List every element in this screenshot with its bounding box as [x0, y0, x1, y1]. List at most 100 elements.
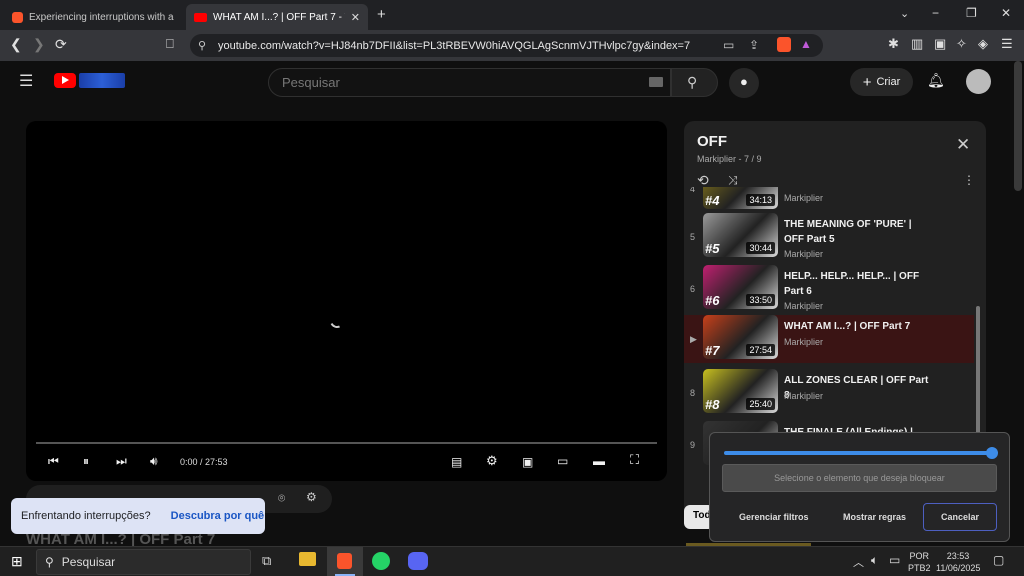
volume-icon[interactable]: 🔊︎	[150, 454, 158, 469]
playlist-item[interactable]: ▶ #7 27:54 WHAT AM I...? | OFF Part 7 Markip…	[684, 315, 974, 363]
leo-ai-icon[interactable]: ✧	[956, 36, 967, 52]
windows-start-icon[interactable]: ⊞	[11, 553, 23, 570]
more-options-icon[interactable]: ⋮	[963, 173, 975, 187]
theater-mode-icon[interactable]: ▭	[557, 454, 568, 468]
whatsapp-icon[interactable]	[372, 552, 390, 570]
settings-gear-icon[interactable]: ⚙	[486, 453, 498, 469]
youtube-logo-icon[interactable]	[54, 73, 76, 88]
task-view-icon[interactable]: ⧉	[262, 553, 271, 569]
playlist-item-thumbnail[interactable]: #4 34:13	[703, 187, 778, 209]
playlist-item-thumbnail[interactable]: #5 30:44	[703, 213, 778, 257]
taskbar-search-placeholder: Pesquisar	[61, 555, 116, 569]
keyboard-icon[interactable]	[649, 77, 663, 87]
avatar[interactable]	[966, 69, 991, 94]
playlist-item-channel: Markiplier	[784, 193, 824, 203]
playlist-item-thumbnail[interactable]: #8 25:40	[703, 369, 778, 413]
duration-badge: 34:13	[746, 194, 775, 206]
plus-icon: +	[862, 73, 872, 91]
search-icon: ⚲	[45, 555, 54, 569]
forward-icon[interactable]: ❯	[33, 36, 45, 53]
new-tab-button[interactable]: +	[377, 6, 386, 23]
back-icon[interactable]: ❮	[10, 36, 22, 53]
menu-icon[interactable]: ☰	[1001, 36, 1013, 52]
search-placeholder: Pesquisar	[282, 75, 340, 90]
notification-center-icon[interactable]: ▢	[993, 553, 1004, 567]
page-scrollbar[interactable]	[1014, 61, 1022, 191]
address-bar[interactable]: ⚲ youtube.com/watch?v=HJ84nb7DFII&list=P…	[190, 34, 823, 57]
miniplayer-icon[interactable]: ▣	[522, 455, 533, 469]
brave-taskbar-button[interactable]	[327, 547, 363, 576]
file-explorer-icon[interactable]	[299, 552, 316, 566]
shuffle-icon[interactable]: ⤨	[728, 173, 738, 188]
playlist-scrollbar[interactable]	[976, 306, 980, 436]
cancel-button[interactable]: Cancelar	[923, 503, 997, 531]
language-indicator[interactable]: POR PTB2	[908, 550, 931, 574]
subtitles-icon[interactable]: ▤	[451, 455, 462, 469]
voice-search-button[interactable]: ●	[729, 68, 759, 98]
clock[interactable]: 23:53 11/06/2025	[936, 550, 980, 574]
duration-badge: 33:50	[746, 294, 775, 306]
picker-slider-thumb[interactable]	[986, 447, 998, 459]
playlist-item-channel: Markiplier	[784, 249, 824, 259]
bookmark-icon[interactable]: ⎕	[166, 36, 174, 52]
reload-icon[interactable]: ⟳	[55, 36, 67, 53]
maximize-button[interactable]: ❐	[966, 6, 977, 20]
volume-tray-icon[interactable]: 🔈︎	[871, 553, 878, 568]
sidebar-icon[interactable]: ▥	[911, 36, 923, 52]
close-window-button[interactable]: ✕	[1001, 6, 1011, 20]
playlist-item[interactable]: 8 #8 25:40 ALL ZONES CLEAR | OFF Part 8 Mark…	[684, 369, 974, 421]
network-icon[interactable]: ▭	[889, 553, 900, 567]
hamburger-menu-icon[interactable]: ☰	[19, 71, 33, 91]
site-settings-icon[interactable]: ⚲	[198, 39, 206, 52]
create-button[interactable]: + Criar	[850, 68, 913, 96]
notifications-bell-icon[interactable]: 🔔︎	[927, 72, 945, 89]
duration-badge: 27:54	[746, 344, 775, 356]
playlist-item[interactable]: 5 #5 30:44 THE MEANING OF 'PURE' | OFF Part…	[684, 213, 974, 265]
playlist-subtitle: Markiplier - 7 / 9	[697, 154, 762, 164]
close-playlist-icon[interactable]: ✕	[956, 135, 970, 155]
youtube-favicon-icon	[194, 12, 207, 22]
brave-shields-icon[interactable]	[777, 37, 791, 52]
brave-rewards-icon[interactable]: ▲	[800, 37, 812, 51]
playlist-item[interactable]: 6 #6 33:50 HELP... HELP... HELP... | OFF Pa…	[684, 265, 974, 317]
cinema-icon[interactable]: ▬	[593, 454, 605, 468]
search-button[interactable]: ⚲	[671, 68, 718, 97]
tray-chevron-icon[interactable]: ︿	[853, 554, 864, 570]
picker-slider[interactable]	[724, 451, 995, 455]
taskbar-search-input[interactable]: ⚲ Pesquisar	[36, 549, 251, 575]
cast-icon[interactable]: ▭	[723, 38, 734, 52]
wallet-icon[interactable]: ▣	[934, 36, 946, 52]
doodle-logo[interactable]	[79, 73, 125, 88]
search-input[interactable]: Pesquisar	[268, 68, 671, 97]
playlist-title[interactable]: OFF	[697, 133, 727, 150]
minimize-button[interactable]: −	[932, 6, 939, 20]
show-rules-button[interactable]: Mostrar regras	[843, 512, 906, 522]
camera-icon[interactable]: ⌾	[278, 491, 285, 506]
extensions-icon[interactable]: ✱	[888, 36, 899, 52]
clock-date: 11/06/2025	[936, 563, 981, 573]
tab-ad-block[interactable]: Experiencing interruptions with ad bl	[4, 4, 182, 30]
discord-icon[interactable]	[408, 552, 428, 570]
playlist-item-channel: Markiplier	[784, 301, 824, 311]
thumbnail-part-number: #6	[705, 293, 720, 308]
tab-search-chevron-icon[interactable]: ⌄	[900, 7, 909, 20]
share-icon[interactable]: ⇪	[749, 38, 759, 52]
playlist-item-index: 9	[690, 440, 696, 450]
video-player[interactable]: ⏮ ⏸ ⏭ 🔊︎ 0:00 / 27:53 ▤ ⚙ ▣ ▭ ▬ ⛶	[26, 121, 667, 481]
toast-text: Enfrentando interrupções?	[21, 510, 151, 522]
playlist-item-thumbnail[interactable]: #7 27:54	[703, 315, 778, 359]
playlist-item-thumbnail[interactable]: #6 33:50	[703, 265, 778, 309]
browser-tab-bar: Experiencing interruptions with ad bl WH…	[0, 0, 1024, 30]
progress-bar[interactable]	[36, 442, 657, 444]
close-tab-icon[interactable]: ✕	[351, 11, 360, 24]
previous-icon[interactable]: ⏮	[48, 454, 59, 469]
next-icon[interactable]: ⏭	[116, 454, 127, 469]
fullscreen-icon[interactable]: ⛶	[630, 452, 639, 468]
toolbar-settings-icon[interactable]: ⚙	[306, 490, 317, 504]
vpn-icon[interactable]: ◈	[978, 36, 988, 52]
pause-icon[interactable]: ⏸	[83, 454, 89, 469]
toast-link[interactable]: Descubra por quê	[171, 510, 265, 522]
manage-filters-button[interactable]: Gerenciar filtros	[739, 512, 809, 522]
tab-youtube-video[interactable]: WHAT AM I...? | OFF Part 7 - YouT ✕	[186, 4, 368, 30]
windows-taskbar: ⊞ ⚲ Pesquisar ⧉ ︿ 🔈︎ ▭ POR PTB2 23:53 11…	[0, 546, 1024, 576]
